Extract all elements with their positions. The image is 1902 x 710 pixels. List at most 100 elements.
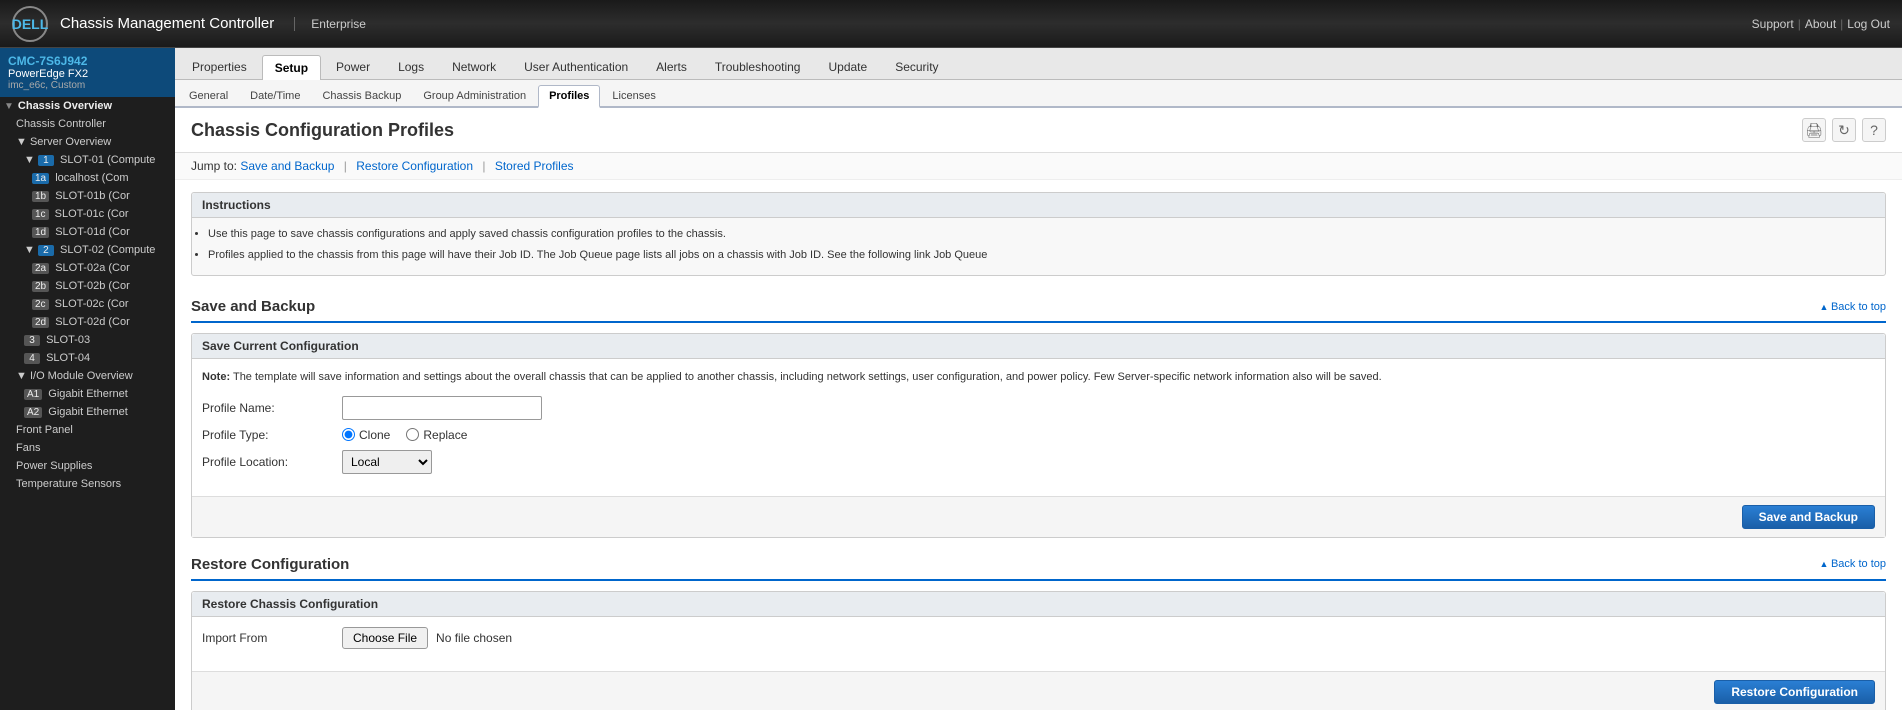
support-link[interactable]: Support: [1752, 17, 1794, 31]
sidebar: CMC-7S6J942 PowerEdge FX2 imc_e6c, Custo…: [0, 48, 175, 710]
sidebar-item-chassis-controller[interactable]: Chassis Controller: [0, 115, 175, 133]
header-nav: Support | About | Log Out: [1752, 17, 1890, 31]
sidebar-item-slot02[interactable]: ▼ 2 SLOT-02 (Compute: [0, 241, 175, 259]
instructions-header: Instructions: [192, 193, 1885, 218]
arrow-icon-slot01: ▼: [24, 154, 35, 166]
sidebar-item-slot02d[interactable]: 2d SLOT-02d (Cor: [0, 313, 175, 331]
sidebar-item-temp-sensors[interactable]: Temperature Sensors: [0, 475, 175, 493]
profile-name-label: Profile Name:: [202, 401, 342, 415]
sidebar-item-slot01b[interactable]: 1b SLOT-01b (Cor: [0, 187, 175, 205]
sidebar-item-slot02c[interactable]: 2c SLOT-02c (Cor: [0, 295, 175, 313]
page-content: Chassis Configuration Profiles 🖨 ↻ ? Jum…: [175, 108, 1902, 710]
jump-save-backup[interactable]: Save and Backup: [240, 159, 334, 173]
tab-licenses[interactable]: Licenses: [602, 86, 665, 106]
sidebar-item-slot01c[interactable]: 1c SLOT-01c (Cor: [0, 205, 175, 223]
tab-network[interactable]: Network: [439, 54, 509, 79]
tab-setup[interactable]: Setup: [262, 55, 321, 80]
save-and-backup-button[interactable]: Save and Backup: [1742, 505, 1875, 529]
restore-chassis-config-body: Import From Choose File No file chosen: [192, 617, 1885, 667]
save-action-bar: Save and Backup: [192, 496, 1885, 537]
profile-name-input[interactable]: [342, 396, 542, 420]
profile-location-row: Profile Location: Local Network: [202, 450, 1875, 474]
arrow-icon-io: ▼: [16, 370, 27, 382]
tab-update[interactable]: Update: [815, 54, 880, 79]
sidebar-item-fans[interactable]: Fans: [0, 439, 175, 457]
refresh-button[interactable]: ↻: [1832, 118, 1856, 142]
device-name[interactable]: CMC-7S6J942: [8, 54, 167, 68]
tab-general[interactable]: General: [179, 86, 238, 106]
tab-chassis-backup[interactable]: Chassis Backup: [312, 86, 411, 106]
tab-properties[interactable]: Properties: [179, 54, 260, 79]
save-current-config-body: Note: The template will save information…: [192, 359, 1885, 492]
save-backup-section: Save and Backup Back to top Save Current…: [191, 292, 1886, 538]
restore-config-header-bar: Restore Configuration Back to top: [191, 550, 1886, 581]
jump-stored-profiles[interactable]: Stored Profiles: [495, 159, 574, 173]
sidebar-item-slot03[interactable]: 3 SLOT-03: [0, 331, 175, 349]
tab-power[interactable]: Power: [323, 54, 383, 79]
about-link[interactable]: About: [1805, 17, 1836, 31]
profile-type-clone-radio[interactable]: [342, 428, 355, 441]
sidebar-item-slot01[interactable]: ▼ 1 SLOT-01 (Compute: [0, 151, 175, 169]
tab-bar-top: Properties Setup Power Logs Network User…: [175, 48, 1902, 80]
sidebar-item-power-supplies[interactable]: Power Supplies: [0, 457, 175, 475]
tab-logs[interactable]: Logs: [385, 54, 437, 79]
section-container: Instructions Use this page to save chass…: [175, 180, 1902, 710]
save-note: Note: The template will save information…: [202, 369, 1875, 386]
file-chosen-text: No file chosen: [436, 631, 512, 645]
sidebar-item-server-overview[interactable]: ▼ Server Overview: [0, 133, 175, 151]
device-model: PowerEdge FX2: [8, 68, 167, 80]
sidebar-item-front-panel[interactable]: Front Panel: [0, 421, 175, 439]
content-area: Properties Setup Power Logs Network User…: [175, 48, 1902, 710]
profile-type-replace-radio[interactable]: [406, 428, 419, 441]
dell-logo: DELL: [12, 6, 48, 42]
tab-user-auth[interactable]: User Authentication: [511, 54, 641, 79]
device-header: CMC-7S6J942 PowerEdge FX2 imc_e6c, Custo…: [0, 48, 175, 97]
restore-config-title: Restore Configuration: [191, 556, 349, 573]
device-sub: imc_e6c, Custom: [8, 80, 167, 91]
app-edition: Enterprise: [294, 17, 366, 31]
page-header: Chassis Configuration Profiles 🖨 ↻ ?: [175, 108, 1902, 153]
profile-location-select[interactable]: Local Network: [342, 450, 432, 474]
import-from-label: Import From: [202, 631, 342, 645]
sidebar-item-io-module[interactable]: ▼ I/O Module Overview: [0, 367, 175, 385]
profile-type-replace-option[interactable]: Replace: [406, 428, 467, 442]
tab-profiles[interactable]: Profiles: [538, 85, 600, 108]
arrow-icon: ▼: [4, 101, 14, 112]
restore-configuration-button[interactable]: Restore Configuration: [1714, 680, 1875, 704]
profile-type-clone-option[interactable]: Clone: [342, 428, 390, 442]
profile-type-row: Profile Type: Clone Replace: [202, 428, 1875, 442]
main-container: CMC-7S6J942 PowerEdge FX2 imc_e6c, Custo…: [0, 48, 1902, 710]
sidebar-item-slot02b[interactable]: 2b SLOT-02b (Cor: [0, 277, 175, 295]
profile-type-options: Clone Replace: [342, 428, 1875, 442]
file-input-wrapper: Choose File No file chosen: [342, 627, 1875, 649]
arrow-icon-slot02: ▼: [24, 244, 35, 256]
sidebar-item-a2[interactable]: A2 Gigabit Ethernet: [0, 403, 175, 421]
tab-group-admin[interactable]: Group Administration: [413, 86, 536, 106]
instructions-box: Instructions Use this page to save chass…: [191, 192, 1886, 276]
logout-link[interactable]: Log Out: [1847, 17, 1890, 31]
app-title: Chassis Management Controller: [60, 15, 274, 32]
jump-restore-config[interactable]: Restore Configuration: [356, 159, 473, 173]
tab-bar-sub: General Date/Time Chassis Backup Group A…: [175, 80, 1902, 108]
header: DELL Chassis Management Controller Enter…: [0, 0, 1902, 48]
sidebar-item-a1[interactable]: A1 Gigabit Ethernet: [0, 385, 175, 403]
sidebar-item-slot01a[interactable]: 1a localhost (Com: [0, 169, 175, 187]
print-button[interactable]: 🖨: [1802, 118, 1826, 142]
tab-datetime[interactable]: Date/Time: [240, 86, 310, 106]
tab-security[interactable]: Security: [882, 54, 951, 79]
help-button[interactable]: ?: [1862, 118, 1886, 142]
restore-config-back-to-top[interactable]: Back to top: [1820, 558, 1886, 570]
import-from-row: Import From Choose File No file chosen: [202, 627, 1875, 649]
tab-alerts[interactable]: Alerts: [643, 54, 700, 79]
sidebar-item-chassis-overview[interactable]: ▼ Chassis Overview: [0, 97, 175, 115]
sidebar-item-slot02a[interactable]: 2a SLOT-02a (Cor: [0, 259, 175, 277]
tab-troubleshooting[interactable]: Troubleshooting: [702, 54, 814, 79]
instruction-line-1: Use this page to save chassis configurat…: [208, 226, 1869, 244]
sidebar-item-slot04[interactable]: 4 SLOT-04: [0, 349, 175, 367]
sidebar-item-slot01d[interactable]: 1d SLOT-01d (Cor: [0, 223, 175, 241]
choose-file-button[interactable]: Choose File: [342, 627, 428, 649]
restore-action-bar: Restore Configuration: [192, 671, 1885, 710]
save-backup-back-to-top[interactable]: Back to top: [1820, 301, 1886, 313]
profile-name-row: Profile Name:: [202, 396, 1875, 420]
save-current-config-header: Save Current Configuration: [192, 334, 1885, 359]
